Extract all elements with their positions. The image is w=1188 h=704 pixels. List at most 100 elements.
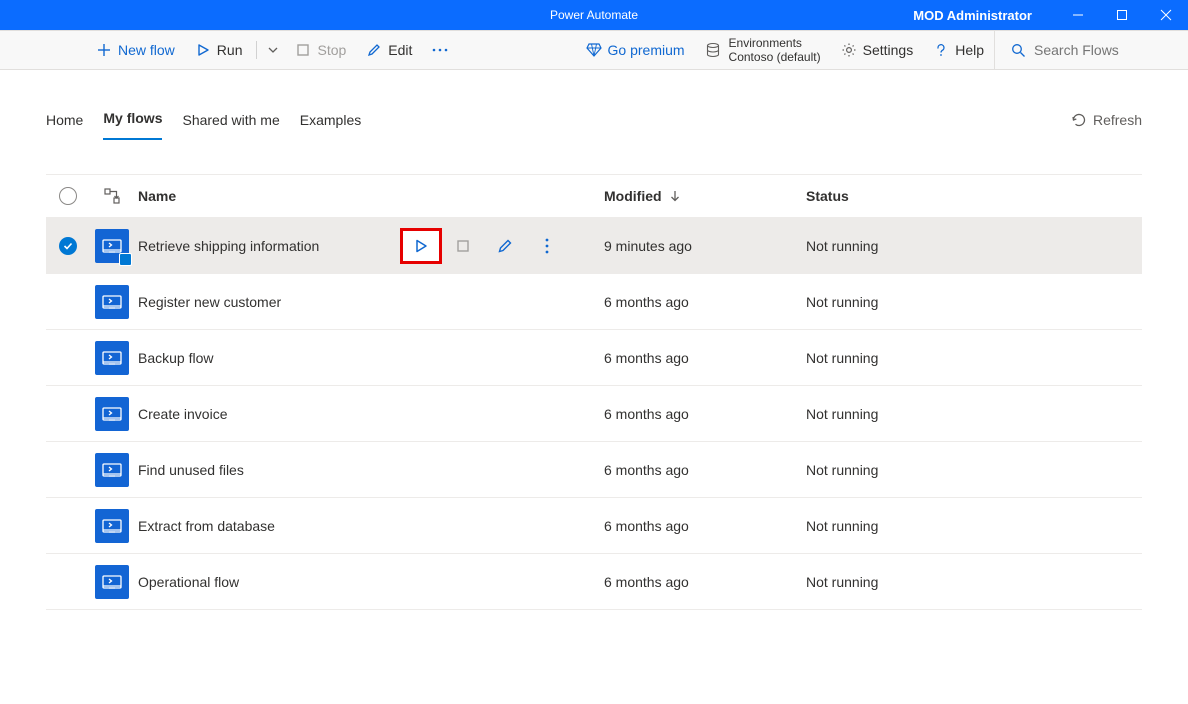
stop-icon: [295, 42, 311, 58]
table-row[interactable]: Extract from database6 months agoNot run…: [46, 498, 1142, 554]
refresh-button[interactable]: Refresh: [1071, 112, 1142, 128]
user-name[interactable]: MOD Administrator: [913, 8, 1056, 23]
titlebar-right: MOD Administrator: [913, 0, 1188, 30]
row-run-button[interactable]: [400, 228, 442, 264]
refresh-icon: [1071, 112, 1087, 128]
flow-name-cell: Find unused files: [134, 462, 604, 478]
flow-modified: 9 minutes ago: [604, 238, 806, 254]
flow-modified: 6 months ago: [604, 294, 806, 310]
flow-status: Not running: [806, 574, 1142, 590]
table-row[interactable]: Operational flow 6 months agoNot running: [46, 554, 1142, 610]
tab-my-flows[interactable]: My flows: [103, 110, 162, 140]
flow-name-cell: Extract from database: [134, 518, 604, 534]
desktop-flow-icon: [95, 229, 129, 263]
toolbar: New flow Run Stop Edit: [0, 30, 1188, 70]
window-maximize-button[interactable]: [1100, 0, 1144, 30]
arrow-down-icon: [670, 190, 680, 202]
diamond-icon: [586, 42, 602, 58]
chevron-down-icon: [265, 42, 281, 58]
flow-type-icon-cell: [90, 285, 134, 319]
edit-label: Edit: [388, 42, 412, 58]
go-premium-label: Go premium: [608, 42, 685, 58]
flow-type-icon-cell: [90, 565, 134, 599]
tab-home[interactable]: Home: [46, 112, 83, 140]
row-edit-button[interactable]: [484, 228, 526, 264]
flow-type-icon-cell: [90, 341, 134, 375]
flow-status: Not running: [806, 462, 1142, 478]
env-label: Environments: [729, 36, 821, 50]
flow-name[interactable]: Create invoice: [138, 406, 228, 422]
desktop-flow-icon: [95, 341, 129, 375]
col-modified[interactable]: Modified: [604, 188, 806, 204]
stop-button[interactable]: Stop: [285, 31, 356, 69]
run-button[interactable]: Run: [185, 31, 253, 69]
flow-modified: 6 months ago: [604, 574, 806, 590]
table-row[interactable]: Backup flow6 months agoNot running: [46, 330, 1142, 386]
flow-name-cell: Register new customer: [134, 294, 604, 310]
flow-name-cell: Create invoice: [134, 406, 604, 422]
flow-name[interactable]: Operational flow: [138, 574, 239, 590]
row-stop-button[interactable]: [442, 228, 484, 264]
desktop-flow-icon: [95, 397, 129, 431]
play-icon: [414, 239, 428, 253]
go-premium-button[interactable]: Go premium: [576, 31, 695, 69]
separator: [256, 41, 257, 59]
pencil-icon: [366, 42, 382, 58]
settings-button[interactable]: Settings: [831, 31, 924, 69]
flow-status: Not running: [806, 238, 1142, 254]
new-flow-button[interactable]: New flow: [86, 31, 185, 69]
search-flows[interactable]: [994, 31, 1184, 69]
desktop-flow-icon: [95, 285, 129, 319]
table-row[interactable]: Retrieve shipping information 9 minutes a…: [46, 218, 1142, 274]
environment-selector[interactable]: Environments Contoso (default): [695, 31, 831, 69]
run-label: Run: [217, 42, 243, 58]
flow-modified: 6 months ago: [604, 518, 806, 534]
col-name[interactable]: Name: [134, 188, 604, 204]
settings-label: Settings: [863, 42, 914, 58]
select-all-cell[interactable]: [46, 187, 90, 205]
flow-modified: 6 months ago: [604, 462, 806, 478]
col-status[interactable]: Status: [806, 188, 1142, 204]
run-dropdown-button[interactable]: [261, 31, 285, 69]
flow-name-cell: Operational flow: [134, 574, 604, 590]
flow-name-cell: Backup flow: [134, 350, 604, 366]
table-row[interactable]: Register new customer 6 months agoNot run…: [46, 274, 1142, 330]
flow-name[interactable]: Backup flow: [138, 350, 213, 366]
table-row[interactable]: Find unused files 6 months agoNot running: [46, 442, 1142, 498]
flow-name[interactable]: Extract from database: [138, 518, 275, 534]
table-row[interactable]: Create invoice6 months agoNot running: [46, 386, 1142, 442]
flow-type-icon-cell: [90, 397, 134, 431]
row-actions: [400, 228, 604, 264]
environment-stack: Environments Contoso (default): [729, 36, 821, 64]
more-actions-button[interactable]: [422, 31, 458, 69]
flow-name[interactable]: Retrieve shipping information: [138, 238, 319, 254]
help-icon: [933, 42, 949, 58]
flow-type-header-icon: [90, 188, 134, 204]
flow-name-cell: Retrieve shipping information: [134, 228, 604, 264]
flow-type-icon-cell: [90, 229, 134, 263]
help-button[interactable]: Help: [923, 31, 994, 69]
app-title: Power Automate: [550, 8, 638, 22]
content-area: Home My flows Shared with me Examples Re…: [0, 70, 1188, 610]
play-icon: [195, 42, 211, 58]
env-value: Contoso (default): [729, 50, 821, 64]
flows-table: Name Modified Status Retrieve shipping i…: [46, 174, 1142, 610]
tab-examples[interactable]: Examples: [300, 112, 361, 140]
flow-status: Not running: [806, 294, 1142, 310]
stop-icon: [457, 240, 469, 252]
titlebar: Power Automate MOD Administrator: [0, 0, 1188, 30]
flow-name[interactable]: Register new customer: [138, 294, 281, 310]
search-input[interactable]: [1034, 42, 1144, 58]
checkmark-icon: [59, 237, 77, 255]
new-flow-label: New flow: [118, 42, 175, 58]
row-more-button[interactable]: [526, 228, 568, 264]
window-minimize-button[interactable]: [1056, 0, 1100, 30]
help-label: Help: [955, 42, 984, 58]
desktop-flow-icon: [95, 565, 129, 599]
flow-name[interactable]: Find unused files: [138, 462, 244, 478]
tab-shared-with-me[interactable]: Shared with me: [182, 112, 279, 140]
ellipsis-icon: [432, 42, 448, 58]
window-close-button[interactable]: [1144, 0, 1188, 30]
edit-button[interactable]: Edit: [356, 31, 422, 69]
row-select[interactable]: [46, 237, 90, 255]
